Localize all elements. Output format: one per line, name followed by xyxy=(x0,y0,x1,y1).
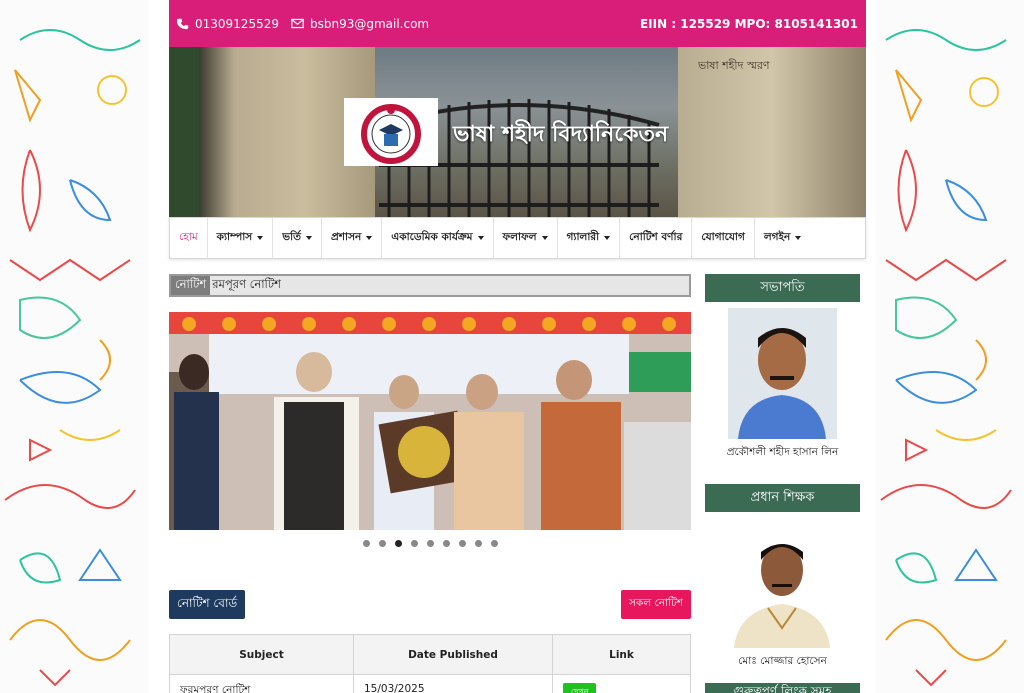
notice-table: Subject Date Published Link ফরমপূরণ নোটি… xyxy=(169,634,691,693)
school-emblem-icon xyxy=(346,100,436,164)
column-date: Date Published xyxy=(353,634,553,675)
chevron-down-icon xyxy=(604,236,611,240)
image-slider[interactable] xyxy=(169,312,691,530)
nav-item-label: ফলাফল xyxy=(502,230,537,243)
notice-date: 15/03/2025 xyxy=(353,674,553,693)
nav-item-label: নোটিশ বর্ণার xyxy=(629,230,683,243)
nav-item-label: হোম xyxy=(179,230,198,243)
all-notices-button[interactable]: সকল নোটিশ xyxy=(621,590,691,619)
nav-item-label: যোগাযোগ xyxy=(701,230,745,243)
important-links-heading: গুরুত্বপূর্ণ লিংক সমূহ xyxy=(705,683,860,693)
phone-icon xyxy=(177,18,189,29)
left-decorative-panel xyxy=(0,0,148,693)
nav-item-0[interactable]: হোম xyxy=(170,218,208,258)
nav-item-label: ভর্তি xyxy=(282,230,301,243)
nav-item-5[interactable]: ফলাফল xyxy=(494,218,558,258)
notice-subject: ফরমপূরণ নোটিশ xyxy=(169,674,354,693)
chairman-photo xyxy=(728,308,837,439)
banner-trees xyxy=(169,47,199,217)
nav-item-1[interactable]: ক্যাম্পাস xyxy=(208,218,274,258)
slider-dot[interactable] xyxy=(490,540,498,547)
ticker-text[interactable]: রমপূরণ নোটিশ xyxy=(210,276,281,295)
nav-item-9[interactable]: লগইন xyxy=(755,218,810,258)
notice-link-cell: দেখুন xyxy=(552,674,691,693)
slider-pagination xyxy=(169,540,691,547)
email-address: bsbn93@gmail.com xyxy=(309,16,430,31)
folk-art-pattern-right xyxy=(880,29,1012,687)
slider-dot[interactable] xyxy=(426,540,434,547)
headmaster-portrait xyxy=(728,528,837,648)
slider-dot[interactable] xyxy=(458,540,466,547)
header-banner: ভাষা শহীদ স্মরণ ভাষা শহীদ বিদ্যানিকেতন xyxy=(169,47,866,217)
right-decorative-panel xyxy=(876,0,1024,693)
chairman-name: প্রকৌশলী শহীদ হাসান লিন xyxy=(726,446,839,458)
chevron-down-icon xyxy=(366,236,373,240)
nav-item-label: লগইন xyxy=(763,230,791,243)
nav-item-8[interactable]: যোগাযোগ xyxy=(692,218,755,258)
envelope-icon xyxy=(291,18,304,29)
nav-item-label: প্রশাসন xyxy=(330,230,362,243)
nav-item-2[interactable]: ভর্তি xyxy=(273,218,322,258)
slider-dot[interactable] xyxy=(410,540,418,547)
chairman-heading: সভাপতি xyxy=(705,274,860,302)
gate-sign: ভাষা শহীদ স্মরণ xyxy=(698,59,770,72)
slider-dot[interactable] xyxy=(474,540,482,547)
slider-dot[interactable] xyxy=(378,540,386,547)
phone-number: 01309125529 xyxy=(195,16,279,31)
chevron-down-icon xyxy=(477,236,484,240)
nav-item-label: গ্যালারী xyxy=(566,230,600,243)
column-subject: Subject xyxy=(169,634,354,675)
chairman-portrait xyxy=(728,308,837,439)
email-contact[interactable]: bsbn93@gmail.com xyxy=(291,17,429,31)
eiin-mpo-info: EIIN : 125529 MPO: 8105141301 xyxy=(639,16,858,31)
main-container: 01309125529 bsbn93@gmail.com EIIN : 1255… xyxy=(169,0,866,693)
top-contact-bar: 01309125529 bsbn93@gmail.com EIIN : 1255… xyxy=(169,0,866,47)
nav-item-3[interactable]: প্রশাসন xyxy=(322,218,383,258)
notice-ticker: নোটিশ রমপূরণ নোটিশ xyxy=(169,274,691,297)
table-row: ফরমপূরণ নোটিশ 15/03/2025 দেখুন xyxy=(169,674,691,693)
main-navigation: হোম ক্যাম্পাস ভর্তি প্রশাসন একাডেমিক কার্যক্… xyxy=(169,217,866,259)
nav-item-4[interactable]: একাডেমিক কার্যক্রম xyxy=(382,218,494,258)
chevron-down-icon xyxy=(257,236,264,240)
nav-item-label: ক্যাম্পাস xyxy=(216,230,253,243)
slider-dot[interactable] xyxy=(362,540,370,547)
chevron-down-icon xyxy=(541,236,548,240)
column-link: Link xyxy=(552,634,691,675)
slide-photo-award-ceremony xyxy=(169,312,691,530)
headmaster-heading: প্রধান শিক্ষক xyxy=(705,484,860,512)
headmaster-photo xyxy=(728,528,837,648)
notice-board-title: নোটিশ বোর্ড xyxy=(169,590,246,619)
ticker-label: নোটিশ xyxy=(171,276,211,295)
table-header-row: Subject Date Published Link xyxy=(169,634,691,675)
gate-pillar-right: ভাষা শহীদ স্মরণ xyxy=(678,47,866,217)
right-sidebar: সভাপতি প্রকৌশলী শহীদ হাসান লিন প্রধান শি… xyxy=(705,274,860,693)
chevron-down-icon xyxy=(305,236,312,240)
left-column: নোটিশ রমপূরণ নোটিশ নোটিশ বোর্ড সকল নোটিশ… xyxy=(169,274,691,693)
school-logo[interactable] xyxy=(344,98,438,166)
school-name: ভাষা শহীদ বিদ্যানিকেতন xyxy=(453,121,669,147)
slider-dot[interactable] xyxy=(442,540,450,547)
nav-item-6[interactable]: গ্যালারী xyxy=(558,218,621,258)
notice-board-header: নোটিশ বোর্ড সকল নোটিশ xyxy=(169,590,691,620)
headmaster-name: মোঃ মোজ্জার হোসেন xyxy=(738,655,827,667)
phone-contact[interactable]: 01309125529 xyxy=(177,17,279,31)
chevron-down-icon xyxy=(795,236,802,240)
folk-art-pattern-left xyxy=(4,29,141,687)
nav-item-7[interactable]: নোটিশ বর্ণার xyxy=(620,218,693,258)
view-notice-button[interactable]: দেখুন xyxy=(563,683,597,693)
slider-dot[interactable] xyxy=(394,540,402,547)
nav-item-label: একাডেমিক কার্যক্রম xyxy=(391,230,473,243)
